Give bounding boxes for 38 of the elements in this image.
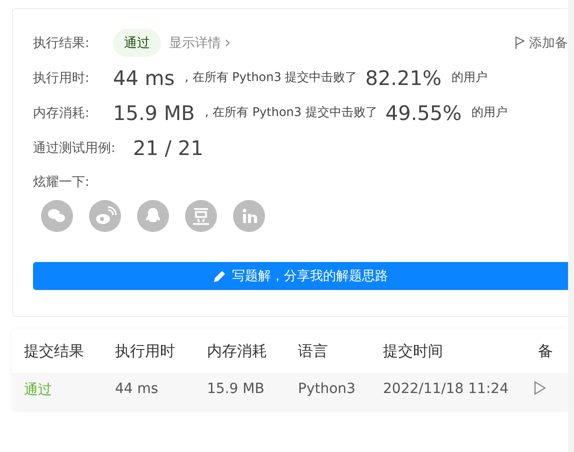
stat-text: 的用户 [451,69,488,86]
table-cell: 通过 [12,373,115,411]
column-header: 提交时间 [383,340,444,362]
douban-share-icon[interactable] [185,200,217,232]
details-link[interactable]: 显示详情 [169,34,230,52]
field-label: 通过测试用例: [33,140,116,156]
play-icon[interactable] [534,381,546,395]
stat-text: , 在所有 Python3 提交中击败了 [204,104,378,121]
field-label: 内存消耗: [33,104,90,122]
stat-value: 44 ms [113,66,175,90]
table-cell: 44 ms [115,373,207,411]
column-header: 执行用时 [115,340,176,362]
flag-icon [515,36,525,49]
qq-share-icon[interactable] [137,200,169,232]
share-label: 炫耀一下: [33,174,90,191]
percent-value: 49.55% [385,100,462,124]
percent-value: 82.21% [365,66,442,90]
status-badge: 通过 [113,28,161,56]
weibo-share-icon[interactable] [89,200,121,232]
column-header: 内存消耗 [207,340,268,362]
column-header: 语言 [298,340,329,362]
pencil-icon [213,270,226,282]
add-note-button[interactable]: 添加备 [515,34,568,52]
wechat-share-icon[interactable] [41,200,73,232]
field-label: 执行用时: [33,70,90,86]
write-solution-button[interactable]: 写题解，分享我的解题思路 [33,262,568,290]
field-label: 执行结果: [33,34,90,52]
stat-text: , 在所有 Python3 提交中击败了 [184,69,358,86]
stat-value: 15.9 MB [113,100,195,124]
table-cell: 15.9 MB [207,373,298,411]
table-cell: 2022/11/18 11:24 [383,373,538,411]
column-header: 备 [538,340,554,362]
table-cell: Python3 [298,373,383,411]
linkedin-share-icon[interactable] [233,200,265,232]
stat-text: 的用户 [472,104,508,121]
chevron-icon [225,38,230,46]
column-header: 提交结果 [24,340,85,362]
test-count: 21 / 21 [133,136,204,160]
